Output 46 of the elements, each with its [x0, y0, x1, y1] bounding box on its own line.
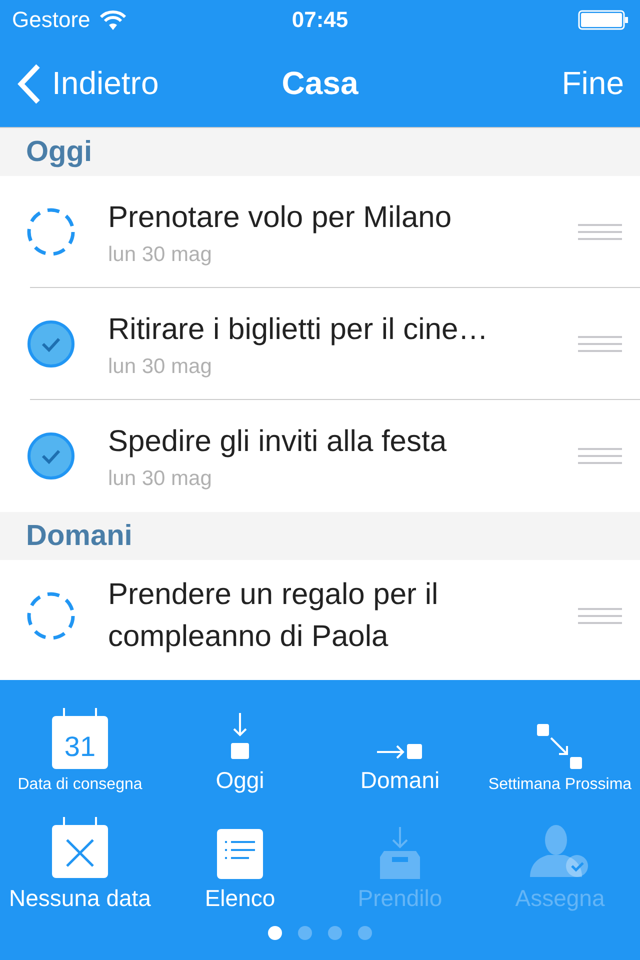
section-title: Oggi [26, 136, 92, 168]
wifi-icon [100, 10, 126, 30]
checked-circle-icon[interactable] [26, 319, 76, 369]
action-button[interactable]: Domani [320, 688, 480, 794]
done-button[interactable]: Fine [562, 65, 624, 102]
calendar-x-icon [51, 817, 109, 879]
section-title: Domani [26, 520, 132, 552]
action-button[interactable]: Oggi [160, 688, 320, 794]
user-check-icon [530, 823, 590, 879]
task-title: Prendere un regalo per il compleanno di Paola [108, 577, 440, 655]
drag-handle-icon[interactable] [578, 448, 622, 464]
page-dot[interactable] [328, 926, 342, 940]
action-button[interactable]: Elenco [160, 806, 320, 912]
dashed-circle-icon[interactable] [26, 207, 76, 257]
task-row[interactable]: Prenotare volo per Milano lun 30 mag [0, 176, 640, 288]
page-dot[interactable] [358, 926, 372, 940]
task-date: lun 30 mag [108, 243, 213, 267]
action-button[interactable]: 31 Data di consegna [0, 688, 160, 794]
action-button[interactable]: Nessuna data [0, 806, 160, 912]
arrow-down-square-icon [228, 713, 252, 761]
list-icon [217, 829, 263, 879]
drag-handle-icon[interactable] [578, 224, 622, 240]
page-dot[interactable] [268, 926, 282, 940]
task-date: lun 30 mag [108, 355, 213, 379]
drag-handle-icon[interactable] [578, 608, 622, 624]
task-title: Prenotare volo per Milano [108, 200, 453, 236]
drag-handle-icon[interactable] [578, 336, 622, 352]
dashed-circle-icon[interactable] [26, 591, 76, 641]
task-row[interactable]: Ritirare i biglietti per il cine… lun 30 mag [0, 288, 640, 400]
chevron-left-icon [16, 62, 42, 104]
action-button[interactable]: Settimana Prossima [480, 688, 640, 794]
task-row[interactable]: Prendere un regalo per il compleanno di Paola [0, 560, 640, 672]
task-date: lun 30 mag [108, 467, 213, 491]
clock-time: 07:45 [292, 7, 348, 33]
diagonal-arrow-squares-icon [537, 724, 583, 770]
battery-icon [578, 10, 628, 30]
arrow-right-square-icon [377, 743, 423, 761]
page-dot[interactable] [298, 926, 312, 940]
screen-title: Casa [282, 65, 358, 102]
inbox-icon [380, 827, 420, 879]
task-title: Spedire gli inviti alla festa [108, 424, 448, 460]
carrier-name: Gestore [12, 7, 90, 33]
back-button[interactable]: Indietro [16, 62, 159, 104]
task-title: Ritirare i biglietti per il cine… [108, 312, 490, 348]
checked-circle-icon[interactable] [26, 431, 76, 481]
task-row[interactable]: Spedire gli inviti alla festa lun 30 mag [0, 400, 640, 512]
